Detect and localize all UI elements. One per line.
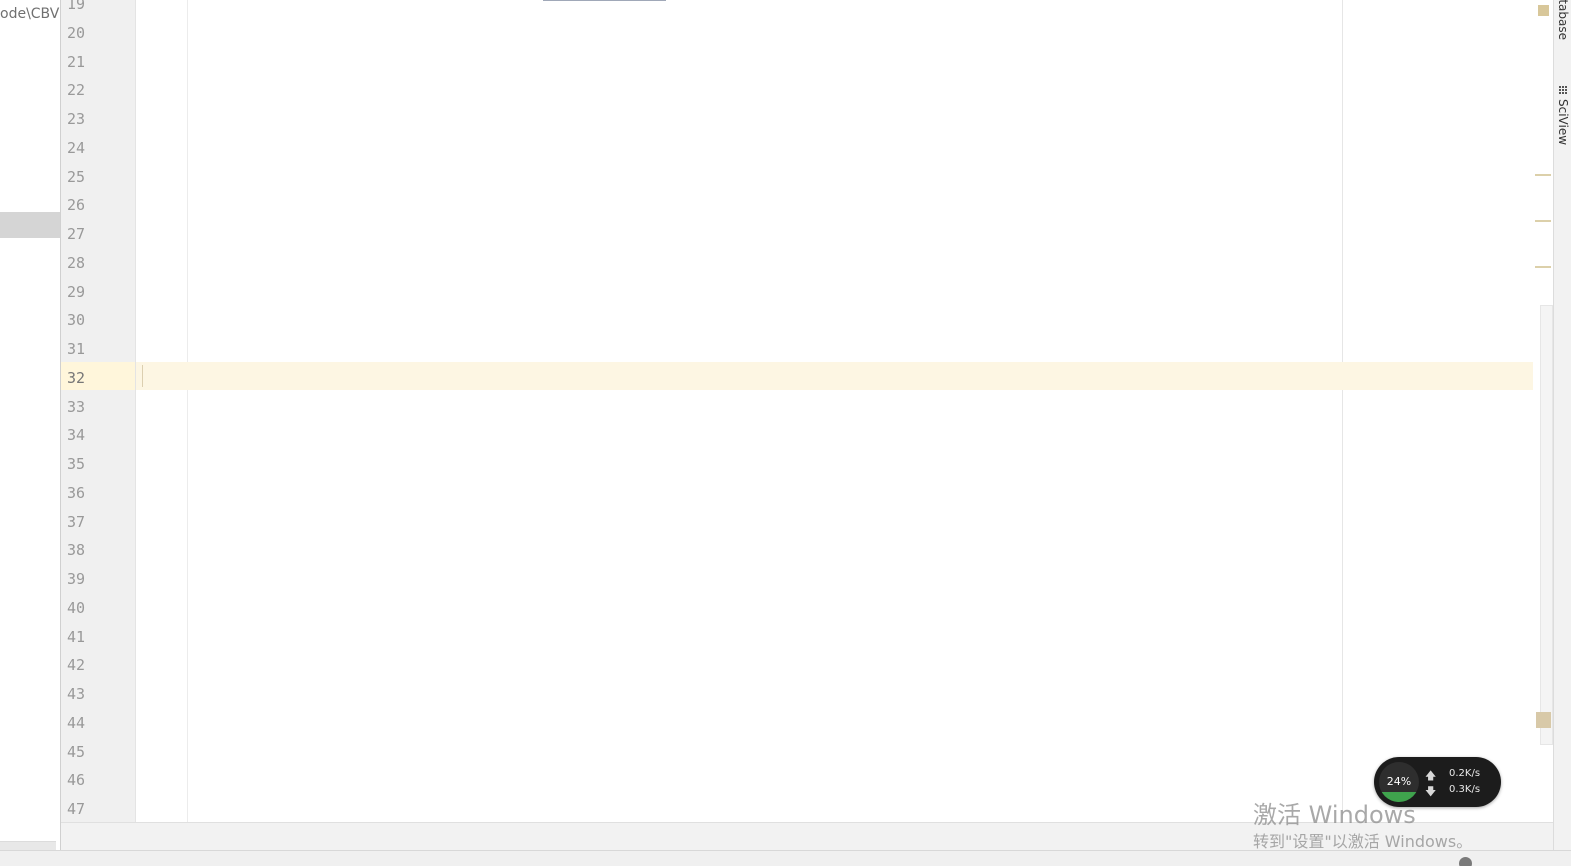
line-number[interactable]: 36	[67, 479, 85, 507]
status-bar	[0, 850, 1571, 866]
project-horizontal-scrollbar[interactable]	[0, 841, 56, 850]
line-number[interactable]: 37	[67, 508, 85, 536]
line-number-gutter[interactable]: 19 20 21 22 23 24 25 26 27 28 29 30 31 32 33 34 35 36 37 38…	[61, 0, 135, 822]
stripe-warning-mark[interactable]	[1535, 266, 1551, 268]
line-number[interactable]: 41	[67, 623, 85, 651]
line-number[interactable]: 35	[67, 450, 85, 478]
line-number[interactable]: 30	[67, 306, 85, 334]
line-number[interactable]: 43	[67, 680, 85, 708]
line-number[interactable]: 20	[67, 19, 85, 47]
line-number[interactable]: 34	[67, 421, 85, 449]
usage-percent: 24%	[1386, 775, 1412, 788]
line-number[interactable]: 21	[67, 48, 85, 76]
line-number[interactable]: 26	[67, 191, 85, 219]
project-tool-window[interactable]: ode\CBV	[0, 0, 61, 850]
line-number[interactable]: 47	[67, 795, 85, 822]
line-number[interactable]: 40	[67, 594, 85, 622]
stripe-warning-mark[interactable]	[1535, 174, 1551, 176]
line-number[interactable]: 33	[67, 393, 85, 421]
grid-icon	[1558, 86, 1568, 95]
stripe-warning-mark[interactable]	[1535, 220, 1551, 222]
inspection-status-icon[interactable]	[1538, 5, 1549, 16]
right-margin-guide	[1342, 0, 1343, 822]
stripe-warning-mark[interactable]	[1536, 712, 1551, 728]
tab-database[interactable]: atabase	[1556, 0, 1570, 40]
line-number[interactable]: 45	[67, 738, 85, 766]
line-number[interactable]: 29	[67, 278, 85, 306]
network-monitor-widget[interactable]: 24% 🡅 0.2K/s 🡇 0.3K/s	[1374, 757, 1501, 807]
editor-tab-underline	[543, 0, 666, 1]
tab-sciview[interactable]: SciView	[1556, 86, 1570, 145]
tab-database-label: atabase	[1556, 0, 1570, 41]
line-number[interactable]: 22	[67, 76, 85, 104]
text-caret	[142, 365, 143, 387]
line-number[interactable]: 44	[67, 709, 85, 737]
tab-sciview-label: SciView	[1556, 99, 1570, 146]
line-number[interactable]: 31	[67, 335, 85, 363]
line-number[interactable]: 32	[67, 364, 85, 392]
line-number[interactable]: 38	[67, 536, 85, 564]
line-number[interactable]: 19	[67, 0, 85, 18]
indent-guide	[187, 0, 188, 822]
vertical-scrollbar-thumb[interactable]	[1540, 305, 1553, 745]
line-number[interactable]: 27	[67, 220, 85, 248]
current-line-highlight	[136, 362, 1553, 390]
line-number[interactable]: 28	[67, 249, 85, 277]
code-editor[interactable]	[135, 0, 1553, 822]
breadcrumb-bar	[61, 822, 1553, 851]
line-number[interactable]: 42	[67, 651, 85, 679]
upload-speed: 0.2K/s	[1449, 768, 1481, 779]
line-number[interactable]: 24	[67, 134, 85, 162]
project-tree-selected-row[interactable]	[0, 212, 60, 238]
line-number[interactable]: 25	[67, 163, 85, 191]
cpu-usage-gauge: 24%	[1379, 762, 1419, 802]
project-path-label: ode\CBV	[0, 6, 60, 22]
line-number[interactable]: 39	[67, 565, 85, 593]
error-stripe[interactable]	[1533, 0, 1553, 822]
download-speed: 0.3K/s	[1449, 784, 1481, 795]
line-number[interactable]: 23	[67, 105, 85, 133]
download-arrow-icon: 🡇	[1425, 785, 1437, 798]
line-number[interactable]: 46	[67, 766, 85, 794]
right-tool-strip: atabase SciView	[1553, 0, 1571, 850]
